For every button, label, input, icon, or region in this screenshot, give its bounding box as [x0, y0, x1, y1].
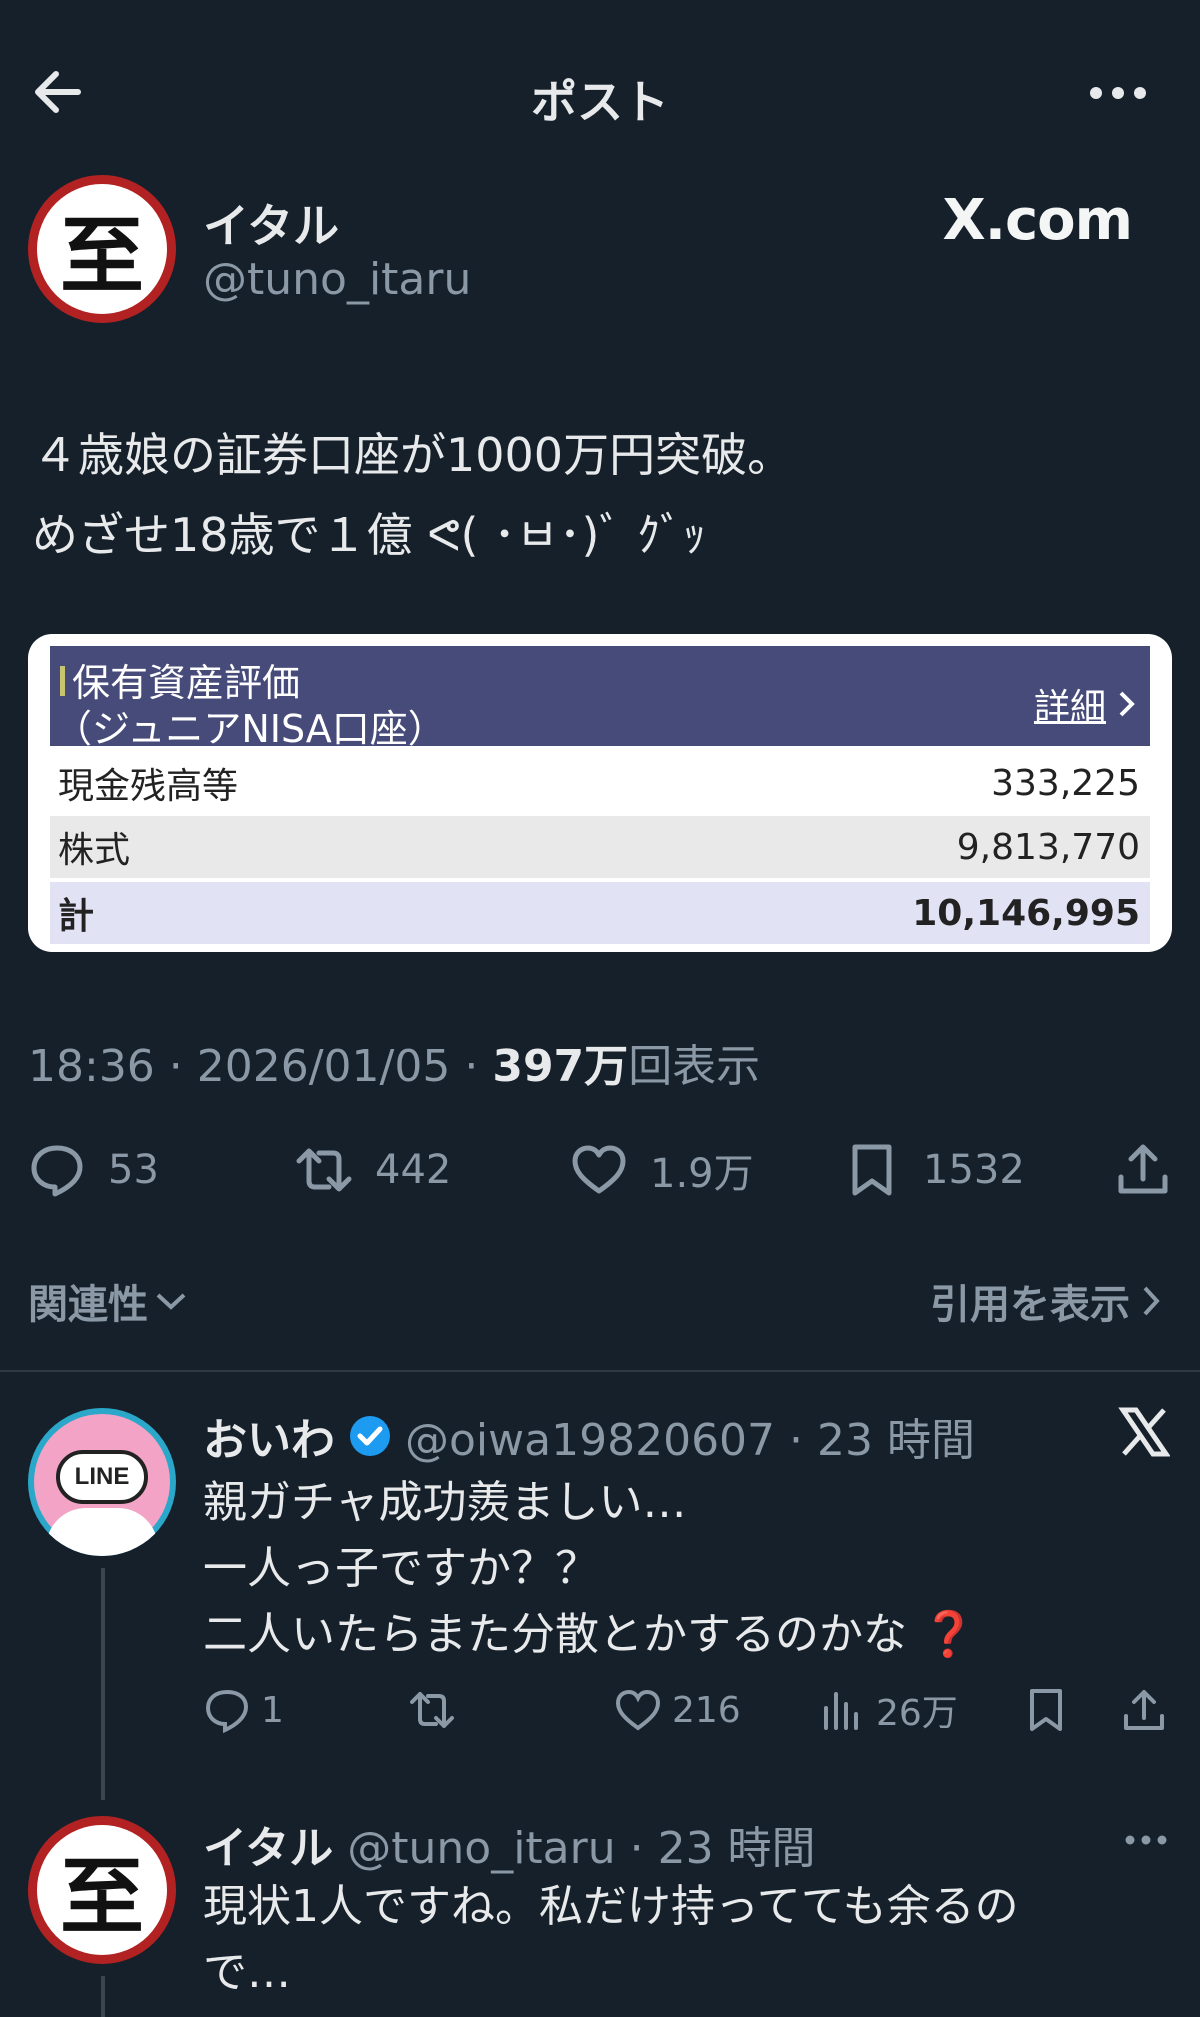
- card-header: 保有資産評価 （ジュニアNISA口座） 詳細: [50, 646, 1150, 751]
- post-timestamp: 18:36 · 2026/01/05 ·: [28, 1041, 493, 1092]
- post-meta: 18:36 · 2026/01/05 · 397万回表示: [28, 1030, 760, 1094]
- asset-label: 株式: [58, 830, 131, 871]
- author-handle[interactable]: @tuno_itaru: [203, 254, 471, 305]
- author-avatar[interactable]: 至: [28, 175, 176, 323]
- asset-row-stocks: 株式 9,813,770: [50, 816, 1150, 878]
- like-count: 216: [672, 1689, 741, 1731]
- verified-badge-icon: [350, 1416, 390, 1456]
- heart-icon: [615, 1689, 661, 1731]
- reply-icon: [205, 1689, 249, 1734]
- attached-image[interactable]: 保有資産評価 （ジュニアNISA口座） 詳細 現金残高等 333,225 株式 …: [28, 634, 1172, 952]
- bookmark-count: 1532: [923, 1147, 1025, 1193]
- card-subtitle: （ジュニアNISA口座）: [54, 707, 446, 751]
- retweet-count: 442: [375, 1147, 452, 1193]
- reply-line: で…: [203, 1947, 291, 1998]
- x-com-watermark: X.com: [942, 188, 1133, 253]
- reply-author-name[interactable]: イタル: [203, 1812, 333, 1876]
- share-icon: [1124, 1690, 1164, 1730]
- reply-author-meta[interactable]: @oiwa19820607 · 23 時間: [405, 1404, 975, 1468]
- reply1-like-button[interactable]: 216: [614, 1685, 741, 1735]
- page-title: ポスト: [531, 75, 669, 129]
- asset-value: 10,146,995: [912, 892, 1140, 934]
- reply2-avatar[interactable]: 至: [28, 1816, 176, 1964]
- chevron-down-icon: [156, 1293, 186, 1310]
- share-icon: [1118, 1144, 1168, 1194]
- tweet-text: ４歳娘の証券口座が1000万円突破。 めざせ18歳で１億 ᕙ( ･ㅂ･)ﾞ ｸﾞ…: [32, 415, 1172, 575]
- bookmark-icon: [852, 1144, 892, 1196]
- sort-label: 関連性: [28, 1282, 148, 1328]
- bookmark-button[interactable]: 1532: [843, 1140, 1025, 1200]
- reply1-text: 親ガチャ成功羨ましい… 一人っ子ですか？？ 二人いたらまた分散とかするのかな ❓: [203, 1470, 976, 1668]
- tweet-line-1: ４歳娘の証券口座が1000万円突破。: [32, 428, 794, 482]
- thread-connector: [101, 1976, 105, 2017]
- view-count[interactable]: 397万: [492, 1041, 628, 1092]
- reply-avatar[interactable]: LINE: [28, 1408, 176, 1556]
- reply-line: 現状1人ですね。私だけ持ってても余るの: [203, 1881, 1019, 1932]
- asset-row-total: 計 10,146,995: [50, 882, 1150, 944]
- reply-line: 親ガチャ成功羨ましい…: [203, 1477, 687, 1528]
- reply-line: 一人っ子ですか？？: [203, 1543, 599, 1594]
- reply-count: 53: [108, 1147, 159, 1193]
- asset-row-cash: 現金残高等 333,225: [50, 752, 1150, 814]
- thread-connector: [101, 1568, 105, 1800]
- reply2-text: 現状1人ですね。私だけ持ってても余るの で…: [203, 1874, 1019, 2006]
- share-button[interactable]: [1114, 1140, 1172, 1200]
- detail-link: 詳細: [1034, 678, 1136, 730]
- view-count: 26万: [876, 1693, 958, 1734]
- reply2-header: イタル @tuno_itaru · 23 時間: [203, 1812, 816, 1876]
- asset-label: 計: [58, 896, 95, 937]
- analytics-icon: [824, 1692, 858, 1730]
- like-button[interactable]: 1.9万: [570, 1140, 754, 1200]
- reply1-bookmark-button[interactable]: [1022, 1685, 1070, 1735]
- bookmark-icon: [1030, 1689, 1062, 1731]
- tweet-line-2: めざせ18歳で１億 ᕙ( ･ㅂ･)ﾞ ｸﾞｯ: [32, 508, 707, 562]
- asset-value: 9,813,770: [956, 826, 1140, 868]
- sort-relevance-dropdown[interactable]: 関連性: [28, 1272, 188, 1330]
- reply-line: 二人いたらまた分散とかするのかな ❓: [203, 1609, 976, 1660]
- author-name[interactable]: イタル: [203, 190, 339, 256]
- reply1-reply-button[interactable]: 1: [203, 1685, 284, 1735]
- more-options-icon[interactable]: [1124, 1830, 1168, 1850]
- view-count-suffix: 回表示: [628, 1041, 761, 1092]
- reply-button[interactable]: 53: [28, 1140, 159, 1200]
- reply-count: 1: [261, 1689, 284, 1731]
- view-quotes-link[interactable]: 引用を表示: [930, 1272, 1162, 1330]
- reply-author-meta[interactable]: @tuno_itaru · 23 時間: [347, 1812, 815, 1876]
- retweet-icon: [296, 1148, 352, 1192]
- like-count: 1.9万: [650, 1151, 754, 1197]
- reply-icon: [31, 1145, 83, 1197]
- detail-label: 詳細: [1033, 687, 1106, 728]
- asset-label: 現金残高等: [58, 766, 239, 807]
- reply-author-name[interactable]: おいわ: [203, 1404, 335, 1468]
- header-accent-bar: [60, 666, 65, 696]
- quotes-label: 引用を表示: [930, 1282, 1130, 1328]
- asset-value: 333,225: [991, 762, 1140, 804]
- x-logo-icon: [1118, 1407, 1170, 1457]
- avatar-character: [46, 1508, 158, 1556]
- reply1-retweet-button[interactable]: [408, 1685, 456, 1735]
- more-options-icon[interactable]: [1088, 78, 1148, 108]
- heart-icon: [572, 1145, 626, 1194]
- section-divider: [0, 1370, 1200, 1372]
- chevron-right-icon: [1143, 1286, 1160, 1316]
- reply1-views[interactable]: 26万: [818, 1685, 958, 1735]
- reply1-header: おいわ @oiwa19820607 · 23 時間: [203, 1404, 975, 1468]
- reply1-share-button[interactable]: [1120, 1685, 1168, 1735]
- chevron-right-icon: [1119, 691, 1135, 717]
- avatar-bubble: LINE: [56, 1450, 148, 1504]
- retweet-icon: [410, 1692, 454, 1728]
- retweet-button[interactable]: 442: [295, 1140, 451, 1200]
